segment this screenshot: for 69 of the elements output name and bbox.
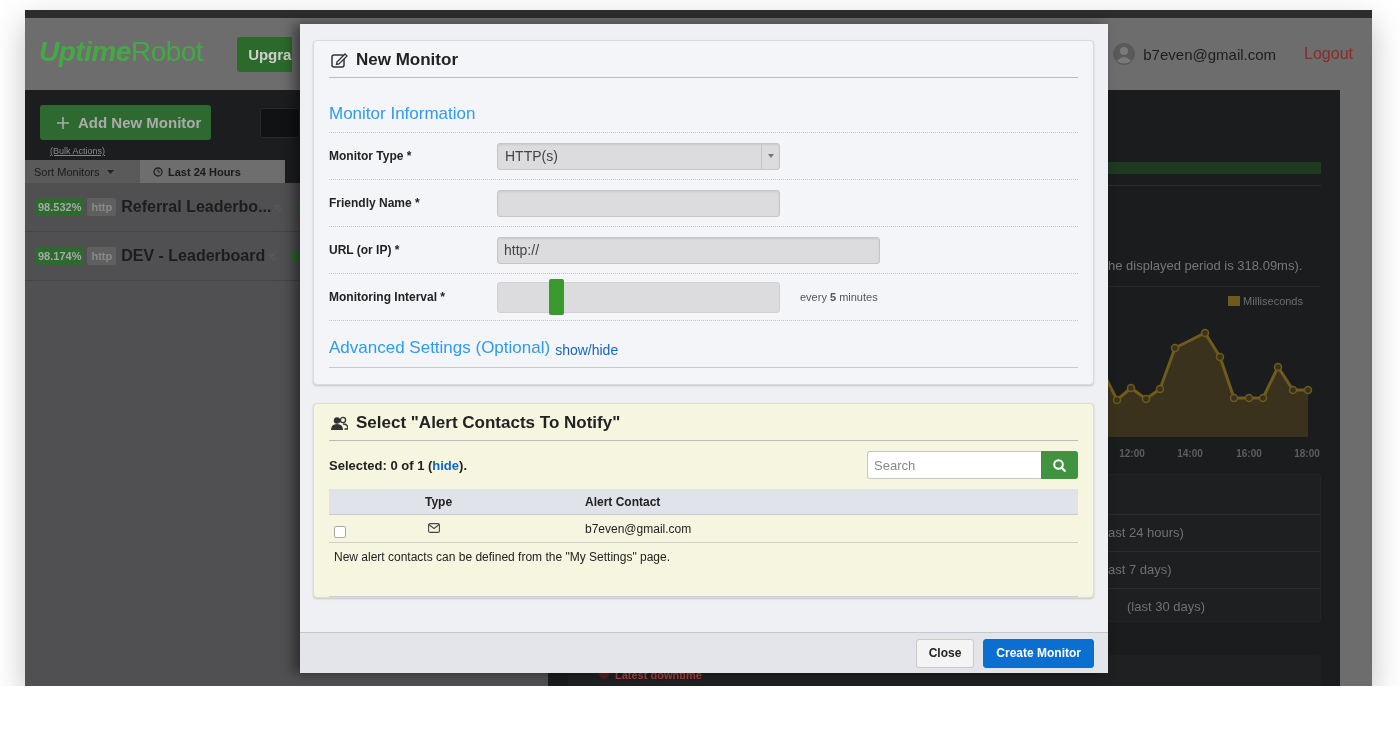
data-point bbox=[1141, 394, 1151, 404]
data-point bbox=[1229, 393, 1239, 403]
text-field[interactable]: http:// bbox=[497, 236, 880, 264]
create-button[interactable]: Create Monitor bbox=[983, 638, 1094, 668]
legend-swatch bbox=[1228, 296, 1241, 307]
clock-icon bbox=[153, 166, 163, 177]
card-title: Select "Alert Contacts To Notify" bbox=[356, 413, 621, 433]
sort-dropdown[interactable]: Sort Monitors bbox=[25, 160, 140, 183]
field-label: URL (or IP) * bbox=[329, 243, 401, 257]
data-point bbox=[1215, 352, 1225, 362]
data-point bbox=[1126, 383, 1136, 393]
section-title: Monitor Information bbox=[329, 104, 476, 123]
stats-label: (last 30 days) bbox=[1127, 599, 1206, 614]
filter-field[interactable] bbox=[260, 108, 300, 138]
caret-icon bbox=[107, 169, 115, 174]
add-monitor-button[interactable]: Add New Monitor bbox=[40, 105, 211, 140]
user-email: b7even@gmail.com bbox=[1143, 45, 1277, 63]
text-field[interactable] bbox=[497, 189, 780, 217]
axis-label: 16:00 bbox=[1236, 448, 1262, 460]
response-note: he displayed period is 318.09ms). bbox=[1107, 258, 1304, 275]
dialog-title: New Monitor bbox=[356, 50, 458, 70]
axis-label: 12:00 bbox=[1119, 448, 1145, 460]
mail-icon bbox=[428, 522, 440, 533]
stats-label: ast 24 hours) bbox=[1108, 525, 1184, 540]
column-header: Type bbox=[425, 494, 454, 509]
uptime-badge: 98.532% bbox=[35, 198, 85, 216]
field-label: Monitor Type * bbox=[329, 149, 413, 163]
data-point bbox=[1200, 328, 1210, 338]
data-point bbox=[1258, 393, 1268, 403]
uptime-badge: 98.174% bbox=[35, 247, 85, 265]
interval-reading: every 5 minutes bbox=[800, 291, 878, 303]
search-button[interactable] bbox=[1041, 451, 1078, 479]
edit-icon bbox=[331, 52, 348, 68]
data-point bbox=[1273, 362, 1283, 372]
upgrade-button[interactable]: Upgra bbox=[237, 36, 293, 72]
data-point bbox=[1170, 343, 1180, 353]
data-point bbox=[1303, 385, 1313, 395]
search-field[interactable]: Search bbox=[867, 451, 1041, 479]
data-point bbox=[1112, 395, 1122, 405]
hide-link[interactable]: hide bbox=[432, 457, 460, 473]
close-button[interactable]: Close bbox=[915, 638, 975, 668]
downtime-title: Latest downtime bbox=[615, 668, 702, 681]
field-label: Monitoring Interval * bbox=[329, 290, 446, 304]
field-label: Friendly Name * bbox=[329, 196, 421, 210]
search-icon bbox=[1053, 458, 1066, 472]
logo: UptimeRobot bbox=[39, 36, 204, 68]
axis-label: 18:00 bbox=[1294, 448, 1320, 460]
column-header: Alert Contact bbox=[585, 494, 661, 509]
help-text: New alert contacts can be defined from the "My Settings" page. bbox=[334, 550, 671, 564]
select-field[interactable]: HTTP(s) bbox=[497, 142, 780, 170]
show-hide-link[interactable]: show/hide bbox=[555, 342, 619, 358]
section-title: Advanced Settings (Optional) bbox=[329, 338, 551, 358]
data-point bbox=[1244, 393, 1254, 403]
user-avatar-icon bbox=[1113, 43, 1136, 65]
slider-track[interactable] bbox=[497, 281, 780, 313]
selection-summary: Selected: 0 of 1 (hide). bbox=[329, 457, 467, 473]
plus-icon bbox=[57, 116, 69, 129]
axis-label: 14:00 bbox=[1177, 448, 1203, 460]
period-tab[interactable]: Last 24 Hours bbox=[140, 160, 285, 183]
legend-label: Milliseconds bbox=[1243, 295, 1303, 308]
checkbox[interactable] bbox=[334, 525, 346, 538]
slider-thumb[interactable] bbox=[548, 278, 564, 315]
users-icon bbox=[331, 415, 348, 431]
data-point bbox=[1155, 384, 1165, 394]
contact-email: b7even@gmail.com bbox=[585, 521, 692, 536]
data-point bbox=[1288, 385, 1298, 395]
caret-icon bbox=[767, 154, 774, 158]
bulk-actions-link[interactable]: (Bulk Actions) bbox=[50, 146, 106, 157]
stats-label: ast 7 days) bbox=[1108, 562, 1172, 577]
